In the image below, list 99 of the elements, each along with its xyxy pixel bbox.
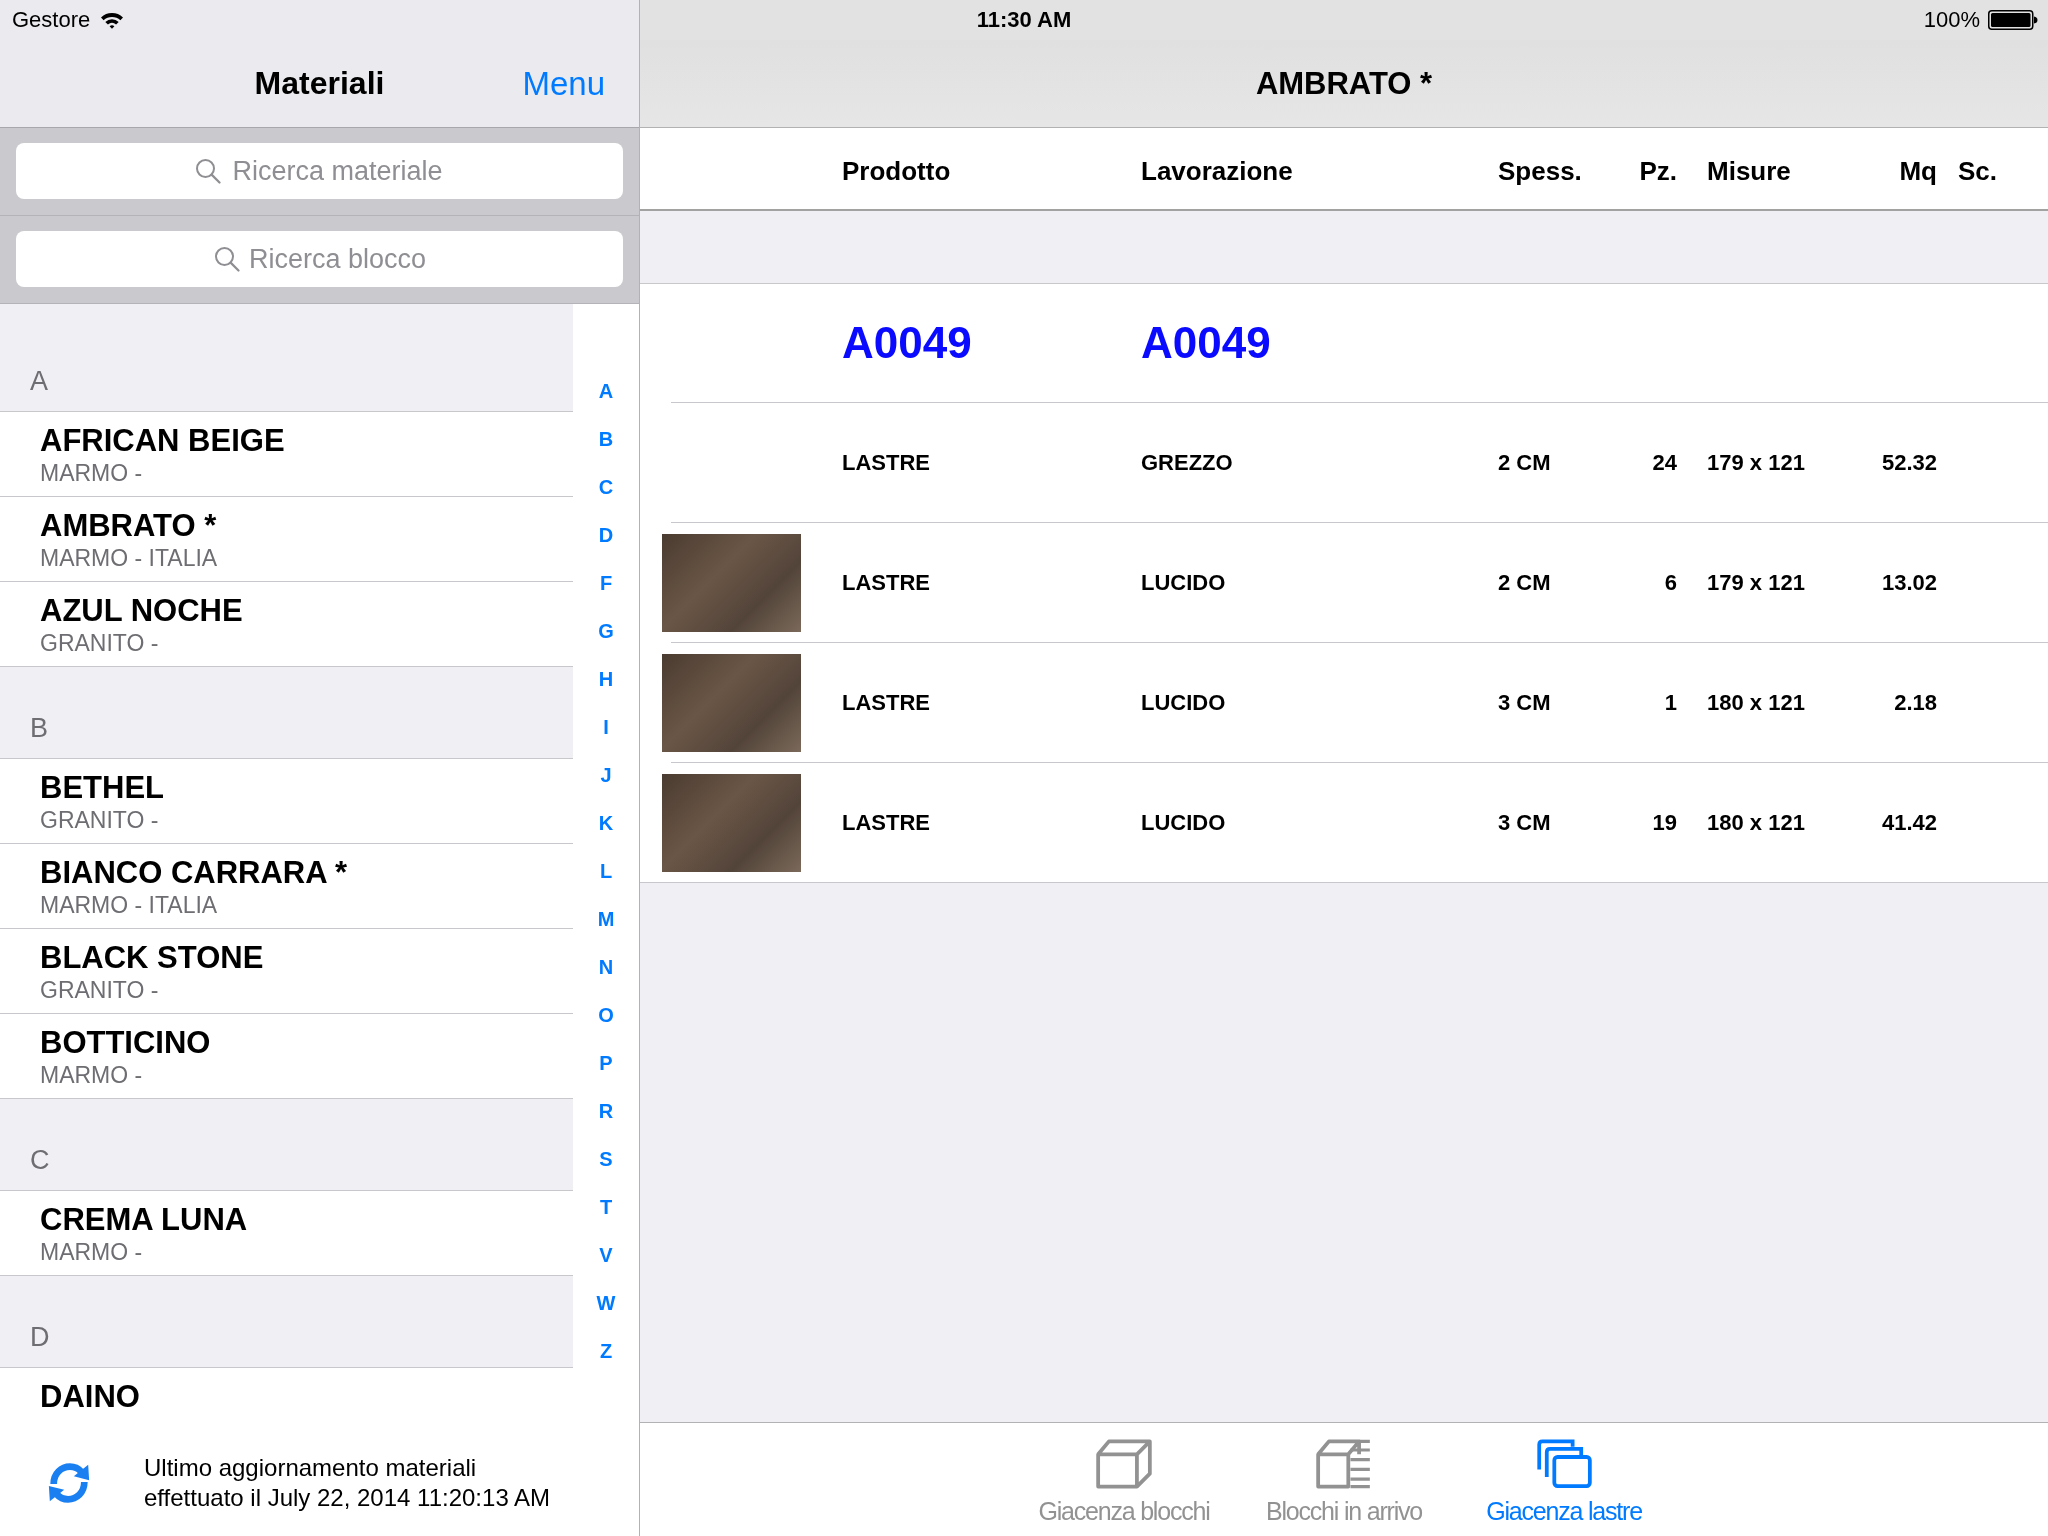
- table-cell: 6: [1664, 569, 1677, 596]
- material-name: AFRICAN BEIGE: [40, 423, 285, 459]
- battery-icon: [1988, 10, 2038, 30]
- table-row[interactable]: LASTRE LUCIDO 3 CM 19 180 x 121 41.42: [640, 763, 2048, 882]
- table-cell-text: GREZZO: [1141, 449, 1234, 476]
- table-row[interactable]: LASTRE LUCIDO 2 CM 6 179 x 121 13.02: [640, 523, 2048, 642]
- material-detail: MARMO - ITALIA: [40, 891, 218, 919]
- table-cell-text: 3 CM: [1498, 689, 1552, 716]
- table-cell: 19: [1652, 809, 1677, 836]
- column-header: Misure: [1706, 156, 1792, 187]
- refresh-icon[interactable]: [46, 1460, 92, 1506]
- status-time: 11:30 AM: [976, 7, 1072, 33]
- table-cell-text: 180 x 121: [1706, 809, 1806, 836]
- index-letter[interactable]: D: [598, 511, 614, 559]
- table-cell-text: LUCIDO: [1141, 569, 1227, 596]
- material-detail: MARMO -: [40, 459, 143, 487]
- table-cell: 41.42: [1881, 809, 1937, 836]
- table-row[interactable]: LASTRE GREZZO 2 CM 24 179 x 121 52.32: [640, 403, 2048, 522]
- table-cell: 24: [1652, 449, 1677, 476]
- index-letter[interactable]: N: [598, 943, 614, 991]
- index-letter[interactable]: Z: [599, 1327, 613, 1375]
- material-name: DAINO: [40, 1379, 140, 1415]
- index-letter[interactable]: L: [599, 847, 613, 895]
- table-cell: 13.02: [1881, 569, 1937, 596]
- group-code: A0049: [842, 318, 973, 368]
- index-letter[interactable]: R: [598, 1087, 614, 1135]
- search-icon: [195, 158, 221, 184]
- index-letter[interactable]: K: [598, 799, 614, 847]
- tab[interactable]: Blocchi in arrivo: [1234, 1423, 1454, 1536]
- table-cell-text: LASTRE: [842, 689, 931, 716]
- index-letter[interactable]: V: [599, 1231, 613, 1279]
- index-letter[interactable]: H: [598, 655, 614, 703]
- search-icon: [213, 246, 240, 272]
- table-cell-text: LUCIDO: [1141, 809, 1227, 836]
- index-letter[interactable]: W: [596, 1279, 616, 1327]
- column-header: Pz.: [1639, 156, 1677, 187]
- index-letter[interactable]: C: [598, 463, 614, 511]
- material-name: BLACK STONE: [40, 940, 264, 976]
- nav-title: AMBRATO *: [1255, 65, 1433, 102]
- material-detail: GRANITO -: [40, 976, 159, 1004]
- table-cell-text: 2 CM: [1498, 449, 1552, 476]
- material-detail: MARMO -: [40, 1238, 143, 1266]
- material-name: CREMA LUNA: [40, 1202, 248, 1238]
- index-letter[interactable]: O: [598, 991, 614, 1039]
- carrier-name: Gestore: [12, 7, 91, 33]
- column-header: Sc.: [1957, 156, 1999, 187]
- search-field[interactable]: Ricerca blocco: [16, 231, 623, 287]
- table-cell-text: 2 CM: [1498, 569, 1552, 596]
- section-header: C: [0, 1099, 573, 1191]
- stacked-sheets-icon: [1536, 1439, 1592, 1489]
- table-cell: 2.18: [1894, 689, 1937, 716]
- table-cell-text: 180 x 121: [1706, 689, 1806, 716]
- index-letter[interactable]: G: [598, 607, 614, 655]
- table-cell-text: 179 x 121: [1706, 449, 1806, 476]
- box-icon: [1096, 1439, 1152, 1489]
- index-letter[interactable]: B: [598, 415, 614, 463]
- material-name: BIANCO CARRARA *: [40, 855, 348, 891]
- group-code: A0049: [1141, 318, 1272, 368]
- index-letter[interactable]: F: [599, 559, 613, 607]
- index-letter[interactable]: M: [597, 895, 615, 943]
- table-cell-text: 3 CM: [1498, 809, 1552, 836]
- section-header: B: [0, 667, 573, 759]
- index-letter[interactable]: I: [603, 703, 609, 751]
- section-header: D: [0, 1276, 573, 1368]
- table-cell-text: LUCIDO: [1141, 689, 1227, 716]
- column-header: Spess.: [1498, 156, 1583, 187]
- update-note: Ultimo aggiornamento materiali effettuato il July 22, 2014 11:20:13 AM: [144, 1453, 551, 1513]
- index-letter[interactable]: J: [600, 751, 612, 799]
- section-header: A: [0, 304, 573, 412]
- material-name: BOTTICINO: [40, 1025, 211, 1061]
- material-name: AMBRATO *: [40, 508, 217, 544]
- table-cell: 52.32: [1881, 449, 1937, 476]
- tab[interactable]: Giacenza blocchi: [1014, 1423, 1234, 1536]
- material-name: AZUL NOCHE: [40, 593, 243, 629]
- battery-percent: 100%: [1923, 7, 1980, 33]
- table-cell-text: LASTRE: [842, 449, 931, 476]
- column-header: Prodotto: [842, 156, 952, 187]
- table-cell-text: 179 x 121: [1706, 569, 1806, 596]
- table-cell-text: LASTRE: [842, 569, 931, 596]
- material-detail: GRANITO -: [40, 806, 159, 834]
- material-name: BETHEL: [40, 770, 164, 806]
- table-cell: 1: [1664, 689, 1677, 716]
- table-cell-text: LASTRE: [842, 809, 931, 836]
- index-letter[interactable]: S: [599, 1135, 613, 1183]
- menu-button[interactable]: Menu: [522, 64, 605, 103]
- index-letter[interactable]: A: [598, 367, 614, 415]
- material-detail: MARMO -: [40, 1061, 143, 1089]
- box-with-lines-icon: [1316, 1439, 1372, 1489]
- material-detail: GRANITO -: [40, 629, 159, 657]
- column-header: Lavorazione: [1141, 156, 1294, 187]
- nav-title: Materiali: [254, 65, 385, 102]
- table-row[interactable]: LASTRE LUCIDO 3 CM 1 180 x 121 2.18: [640, 643, 2048, 762]
- material-detail: MARMO - ITALIA: [40, 544, 218, 572]
- search-field[interactable]: Ricerca materiale: [16, 143, 623, 199]
- wifi-icon: [100, 11, 125, 29]
- index-letter[interactable]: P: [599, 1039, 613, 1087]
- index-letter[interactable]: T: [599, 1183, 613, 1231]
- tab[interactable]: Giacenza lastre: [1454, 1423, 1674, 1536]
- column-header: Mq: [1899, 156, 1937, 187]
